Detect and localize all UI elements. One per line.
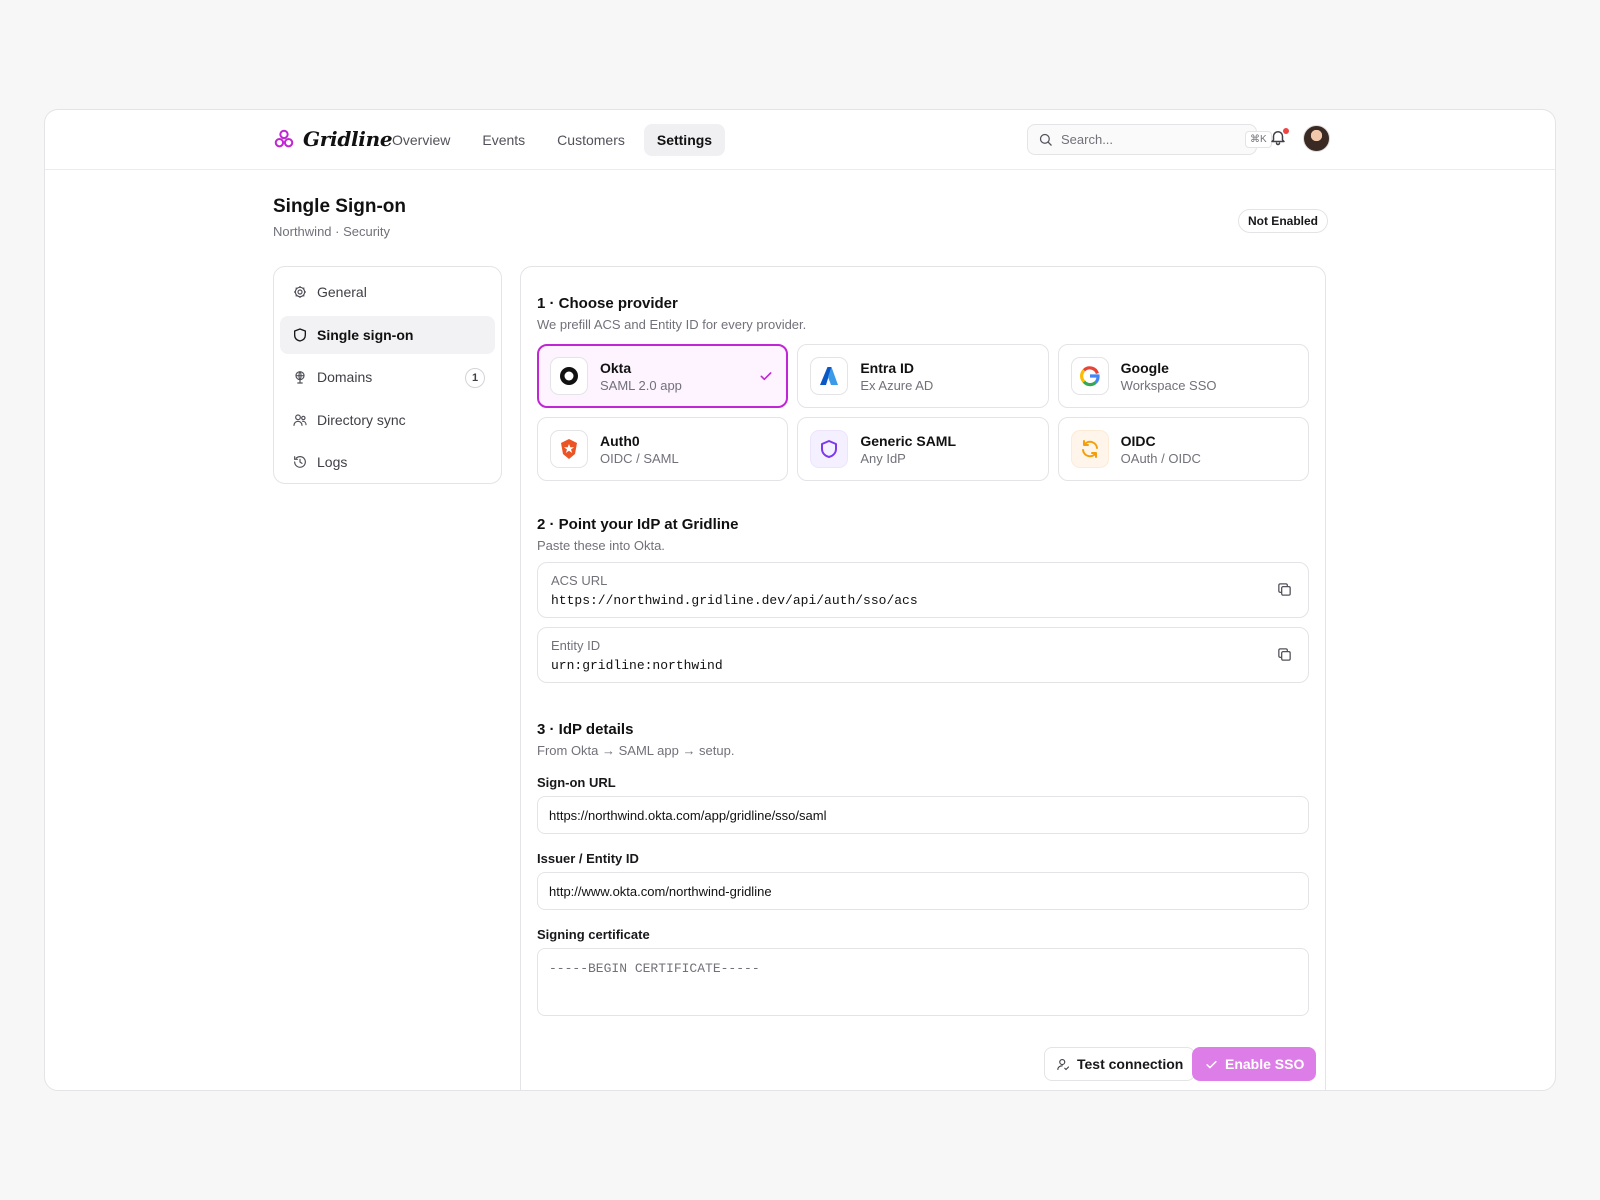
provider-sub: Any IdP: [860, 450, 906, 466]
provider-name: OIDC: [1120, 432, 1156, 449]
history-icon: [292, 454, 308, 470]
entity-id-field: Entity ID urn:gridline:northwind: [537, 627, 1309, 683]
check-icon: [758, 368, 774, 384]
sidebar-item-label: Directory sync: [317, 411, 406, 428]
provider-entra-id[interactable]: Entra ID Ex Azure AD: [797, 344, 1049, 408]
provider-name: Okta: [600, 359, 632, 376]
step1-subtitle: We prefill ACS and Entity ID for every p…: [537, 317, 807, 332]
copy-icon: [1278, 648, 1291, 661]
signing-certificate-input[interactable]: [537, 948, 1309, 1016]
okta-logo-icon: [550, 357, 588, 395]
search-input[interactable]: [1061, 132, 1237, 147]
provider-google[interactable]: Google Workspace SSO: [1057, 344, 1309, 408]
shield-icon: [292, 327, 308, 343]
refresh-icon: [1070, 430, 1109, 468]
provider-auth0[interactable]: Auth0 OIDC / SAML: [537, 417, 789, 481]
entra-logo-icon: [810, 357, 849, 395]
provider-sub: OIDC / SAML: [600, 450, 679, 466]
signon-url-input[interactable]: [537, 796, 1309, 834]
search-icon: [1038, 132, 1053, 147]
acs-url-label: ACS URL: [551, 573, 608, 588]
issuer-label: Issuer / Entity ID: [537, 851, 639, 866]
app-window: Gridline Overview Events Customers Setti…: [44, 109, 1556, 1091]
notifications-button[interactable]: [1269, 128, 1291, 150]
test-connection-button[interactable]: Test connection: [1044, 1047, 1196, 1081]
step3-subtitle: From Okta → SAML app → setup.: [537, 743, 735, 758]
users-icon: [292, 412, 308, 428]
provider-name: Google: [1120, 359, 1169, 376]
status-badge: Not Enabled: [1237, 209, 1328, 233]
globe-icon: [292, 369, 308, 385]
check-icon: [1206, 1060, 1217, 1068]
sidebar-item-label: General: [317, 284, 367, 300]
auth0-logo-icon: [550, 430, 588, 468]
signon-url-label: Sign-on URL: [537, 775, 616, 790]
provider-generic-saml[interactable]: Generic SAML Any IdP: [797, 417, 1049, 481]
gridline-logo-icon: [273, 128, 295, 150]
sidebar-item-logs[interactable]: Logs: [280, 443, 495, 481]
sidebar-item-label: Domains: [317, 369, 373, 385]
sidebar-item-single-sign-on[interactable]: Single sign-on: [280, 315, 495, 354]
sso-setup-panel: 1 · Choose provider We prefill ACS and E…: [520, 266, 1326, 1090]
acs-url-field: ACS URL https://northwind.gridline.dev/a…: [537, 562, 1309, 618]
gear-icon: [292, 284, 308, 300]
issuer-input[interactable]: [537, 872, 1309, 910]
breadcrumb: Northwind · Security: [273, 224, 391, 239]
user-check-icon: [1057, 1058, 1070, 1070]
provider-oidc[interactable]: OIDC OAuth / OIDC: [1057, 417, 1309, 481]
shield-icon: [810, 430, 849, 468]
provider-grid: Okta SAML 2.0 app Entra ID Ex Azure AD G…: [537, 344, 1309, 481]
google-logo-icon: [1070, 357, 1109, 395]
sidebar-item-general[interactable]: General: [280, 273, 495, 311]
nav-overview[interactable]: Overview: [379, 124, 463, 156]
provider-name: Entra ID: [860, 359, 915, 376]
copy-icon: [1278, 583, 1291, 596]
user-avatar[interactable]: [1303, 125, 1330, 152]
step2-subtitle: Paste these into Okta.: [537, 538, 665, 553]
provider-sub: Workspace SSO: [1120, 377, 1217, 393]
enable-sso-label: Enable SSO: [1225, 1056, 1305, 1072]
provider-sub: SAML 2.0 app: [600, 377, 682, 393]
nav-events[interactable]: Events: [469, 124, 538, 156]
step2-title: 2 · Point your IdP at Gridline: [537, 516, 739, 533]
test-connection-label: Test connection: [1077, 1056, 1184, 1072]
sidebar-item-domains[interactable]: Domains 1: [280, 358, 495, 396]
copy-acs-url-button[interactable]: [1276, 581, 1296, 601]
sidebar-item-directory-sync[interactable]: Directory sync: [280, 401, 495, 439]
notification-dot: [1283, 128, 1289, 134]
nav-settings[interactable]: Settings: [643, 124, 726, 156]
entity-id-label: Entity ID: [551, 638, 601, 653]
signing-certificate-label: Signing certificate: [537, 927, 650, 942]
search-box[interactable]: ⌘K: [1027, 124, 1272, 155]
step1-title: 1 · Choose provider: [537, 295, 678, 312]
nav-customers[interactable]: Customers: [544, 124, 638, 156]
app-logo[interactable]: Gridline: [273, 127, 393, 151]
step3-title: 3 · IdP details: [537, 721, 634, 738]
search-shortcut: ⌘K: [1245, 131, 1272, 148]
enable-sso-button[interactable]: Enable SSO: [1192, 1047, 1317, 1081]
sidebar-item-label: Single sign-on: [317, 326, 414, 343]
page-title: Single Sign-on: [273, 196, 406, 217]
provider-sub: Ex Azure AD: [860, 377, 934, 393]
acs-url-value: https://northwind.gridline.dev/api/auth/…: [551, 593, 918, 608]
provider-name: Auth0: [600, 432, 640, 449]
domains-count-badge: 1: [465, 368, 485, 388]
provider-sub: OAuth / OIDC: [1120, 450, 1201, 466]
settings-sidebar: General Single sign-on Domains 1 Directo…: [273, 266, 502, 484]
copy-entity-id-button[interactable]: [1276, 646, 1296, 666]
entity-id-value: urn:gridline:northwind: [551, 658, 723, 673]
provider-name: Generic SAML: [860, 432, 957, 449]
top-bar: Gridline Overview Events Customers Setti…: [45, 110, 1555, 170]
provider-okta[interactable]: Okta SAML 2.0 app: [537, 344, 789, 408]
sidebar-item-label: Logs: [317, 454, 348, 470]
main-nav: Overview Events Customers Settings: [379, 124, 726, 156]
